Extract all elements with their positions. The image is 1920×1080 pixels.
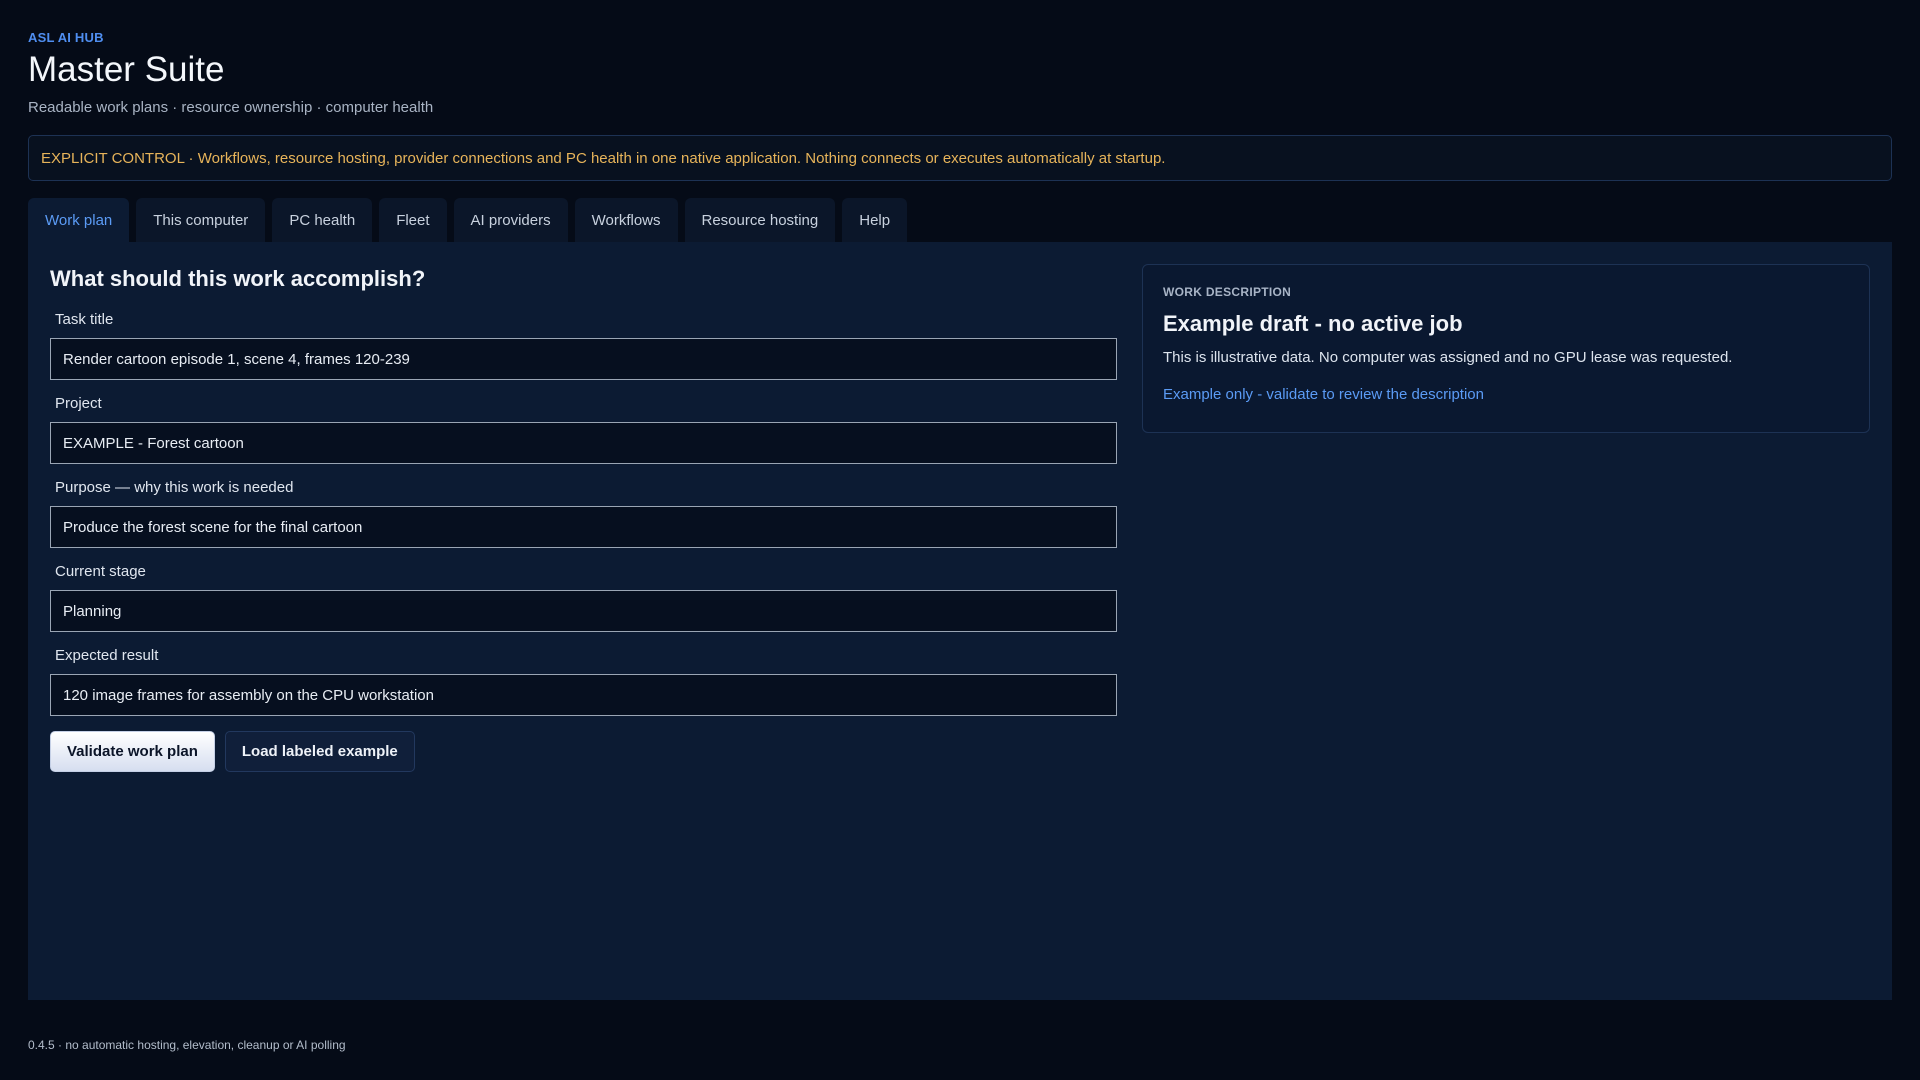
tab-resource-hosting[interactable]: Resource hosting: [684, 198, 836, 242]
notice-text: EXPLICIT CONTROL · Workflows, resource h…: [41, 149, 1166, 167]
purpose-input[interactable]: Produce the forest scene for the final c…: [50, 506, 1117, 548]
expected-result-label: Expected result: [55, 647, 159, 664]
current-stage-field-group: Current stage Planning: [50, 563, 1117, 632]
expected-result-field-group: Expected result 120 image frames for ass…: [50, 647, 1117, 716]
task-title-label: Task title: [55, 311, 114, 328]
task-title-field-group: Task title Render cartoon episode 1, sce…: [50, 311, 1117, 380]
validate-review-link[interactable]: Example only - validate to review the de…: [1163, 386, 1849, 403]
tab-bar: Work plan This computer PC health Fleet …: [28, 198, 908, 242]
work-description-heading: Example draft - no active job: [1163, 311, 1463, 336]
current-stage-label: Current stage: [55, 563, 146, 580]
work-plan-form: What should this work accomplish? Task t…: [50, 266, 1117, 772]
work-description-card: WORK DESCRIPTION Example draft - no acti…: [1142, 264, 1870, 433]
version-footer: 0.4.5 · no automatic hosting, elevation,…: [28, 1038, 346, 1052]
tab-fleet[interactable]: Fleet: [379, 198, 447, 242]
project-input[interactable]: EXAMPLE - Forest cartoon: [50, 422, 1117, 464]
tab-label: PC health: [289, 211, 356, 229]
project-field-group: Project EXAMPLE - Forest cartoon: [50, 395, 1117, 464]
tab-label: AI providers: [470, 211, 551, 229]
tab-workflows[interactable]: Workflows: [574, 198, 678, 242]
work-plan-panel: What should this work accomplish? Task t…: [28, 242, 1892, 1000]
project-label: Project: [55, 395, 102, 412]
form-actions: Validate work plan Load labeled example: [50, 731, 1117, 772]
form-heading: What should this work accomplish?: [50, 266, 426, 291]
tab-label: Work plan: [45, 211, 113, 229]
work-description-body: This is illustrative data. No computer w…: [1163, 349, 1733, 366]
page-title: Master Suite: [28, 50, 225, 89]
task-title-input[interactable]: Render cartoon episode 1, scene 4, frame…: [50, 338, 1117, 380]
explicit-control-notice: EXPLICIT CONTROL · Workflows, resource h…: [28, 135, 1892, 181]
tab-ai-providers[interactable]: AI providers: [453, 198, 568, 242]
tab-this-computer[interactable]: This computer: [136, 198, 266, 242]
tab-help[interactable]: Help: [842, 198, 908, 242]
purpose-field-group: Purpose — why this work is needed Produc…: [50, 479, 1117, 548]
tab-label: Help: [859, 211, 891, 229]
load-labeled-example-button[interactable]: Load labeled example: [224, 731, 415, 772]
current-stage-input[interactable]: Planning: [50, 590, 1117, 632]
tab-pc-health[interactable]: PC health: [272, 198, 373, 242]
tab-label: This computer: [153, 211, 249, 229]
validate-work-plan-button[interactable]: Validate work plan: [50, 731, 215, 772]
purpose-label: Purpose — why this work is needed: [55, 479, 294, 496]
tab-work-plan[interactable]: Work plan: [28, 198, 130, 242]
tab-label: Resource hosting: [701, 211, 819, 229]
expected-result-input[interactable]: 120 image frames for assembly on the CPU…: [50, 674, 1117, 716]
work-description-label: WORK DESCRIPTION: [1163, 285, 1292, 299]
brand-label: ASL AI HUB: [28, 30, 104, 45]
tab-label: Workflows: [591, 211, 661, 229]
tab-label: Fleet: [396, 211, 430, 229]
page-subtitle: Readable work plans · resource ownership…: [28, 99, 434, 116]
